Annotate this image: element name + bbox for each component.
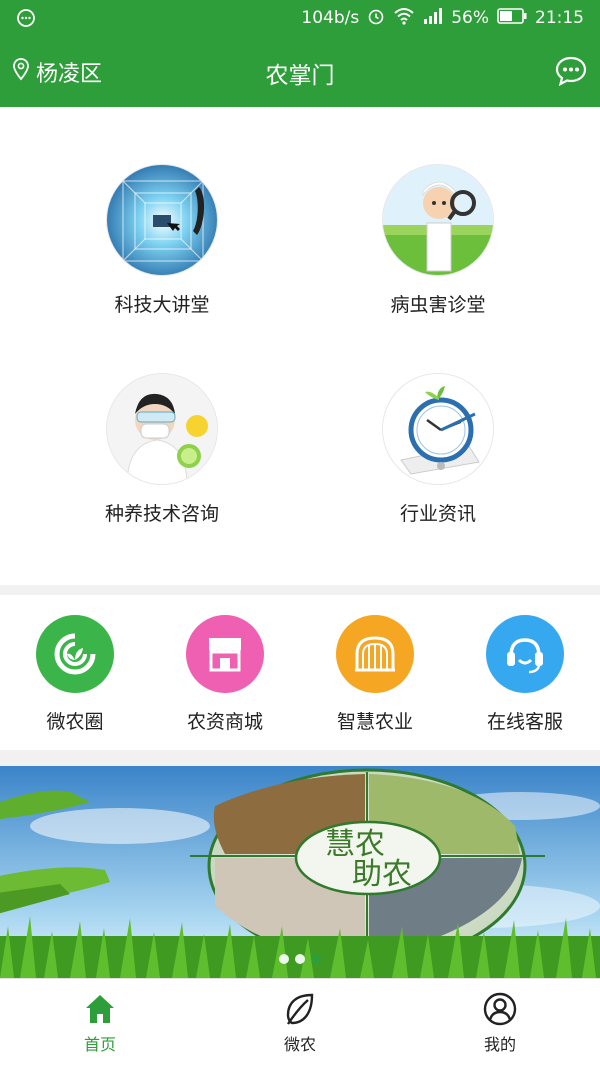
banner-image: 慧农 助农 <box>0 766 600 978</box>
greenhouse-icon <box>336 615 414 693</box>
quick-link-label: 微农圈 <box>46 711 104 733</box>
app-header: 杨凌区 农掌门 <box>0 36 600 107</box>
battery-percent: 56% <box>451 8 489 28</box>
service-label: 种养技术咨询 <box>104 503 219 525</box>
service-label: 病虫害诊堂 <box>390 294 486 316</box>
carousel-dot-active[interactable] <box>311 954 321 964</box>
alarm-icon <box>367 7 385 30</box>
customer-service-icon <box>486 615 564 693</box>
battery-icon <box>497 7 527 30</box>
service-tech-consult[interactable]: 种养技术咨询 <box>42 373 282 526</box>
nav-micro-agri[interactable]: 微农 <box>200 979 400 1067</box>
banner-text-line2: 助农 <box>352 857 412 892</box>
nav-profile-label: 我的 <box>483 1035 516 1054</box>
quick-links: 微农圈 农资商城 智慧农业 在线客服 <box>0 595 600 750</box>
service-label: 科技大讲堂 <box>114 294 210 316</box>
promo-banner[interactable]: 慧农 助农 <box>0 766 600 978</box>
nav-profile[interactable]: 我的 <box>400 979 600 1067</box>
quick-link-micro-agri-circle[interactable]: 微农圈 <box>0 615 150 734</box>
service-label: 行业资讯 <box>399 503 476 525</box>
tech-lecture-image <box>106 164 218 276</box>
pest-diagnosis-image <box>382 164 494 276</box>
page-title: 农掌门 <box>265 63 335 89</box>
bottom-navigation: 首页 微农 我的 <box>0 978 600 1067</box>
quick-link-customer-service[interactable]: 在线客服 <box>450 615 600 734</box>
section-divider <box>0 585 600 595</box>
quick-link-label: 在线客服 <box>486 711 563 733</box>
nav-micro-agri-label: 微农 <box>283 1035 316 1054</box>
clock-time: 21:15 <box>535 8 584 28</box>
service-pest-diagnosis[interactable]: 病虫害诊堂 <box>318 164 558 317</box>
quick-link-store[interactable]: 农资商城 <box>150 615 300 734</box>
status-bar: 104b/s 56% 21:15 <box>0 0 600 36</box>
leaf-icon <box>286 993 314 1025</box>
wifi-icon <box>393 7 415 30</box>
tech-consult-image <box>106 373 218 485</box>
quick-link-label: 智慧农业 <box>336 711 413 733</box>
home-icon <box>86 995 114 1023</box>
message-icon[interactable] <box>554 54 588 88</box>
service-tech-lecture[interactable]: 科技大讲堂 <box>42 164 282 317</box>
micro-agri-circle-icon <box>36 615 114 693</box>
services-grid: 科技大讲堂 病虫害诊堂 种养技术咨询 行业资讯 <box>0 107 600 585</box>
section-divider <box>0 750 600 766</box>
nav-home-label: 首页 <box>83 1035 116 1054</box>
notification-icon <box>16 6 40 30</box>
industry-news-image <box>382 373 494 485</box>
store-icon <box>186 615 264 693</box>
carousel-indicator <box>0 954 600 964</box>
quick-link-label: 农资商城 <box>186 711 263 733</box>
user-icon <box>483 992 517 1026</box>
network-speed: 104b/s <box>301 8 360 28</box>
carousel-dot[interactable] <box>279 954 289 964</box>
nav-home[interactable]: 首页 <box>0 979 200 1067</box>
carousel-dot[interactable] <box>295 954 305 964</box>
service-industry-news[interactable]: 行业资讯 <box>318 373 558 526</box>
quick-link-smart-agri[interactable]: 智慧农业 <box>300 615 450 734</box>
signal-icon <box>423 7 443 30</box>
